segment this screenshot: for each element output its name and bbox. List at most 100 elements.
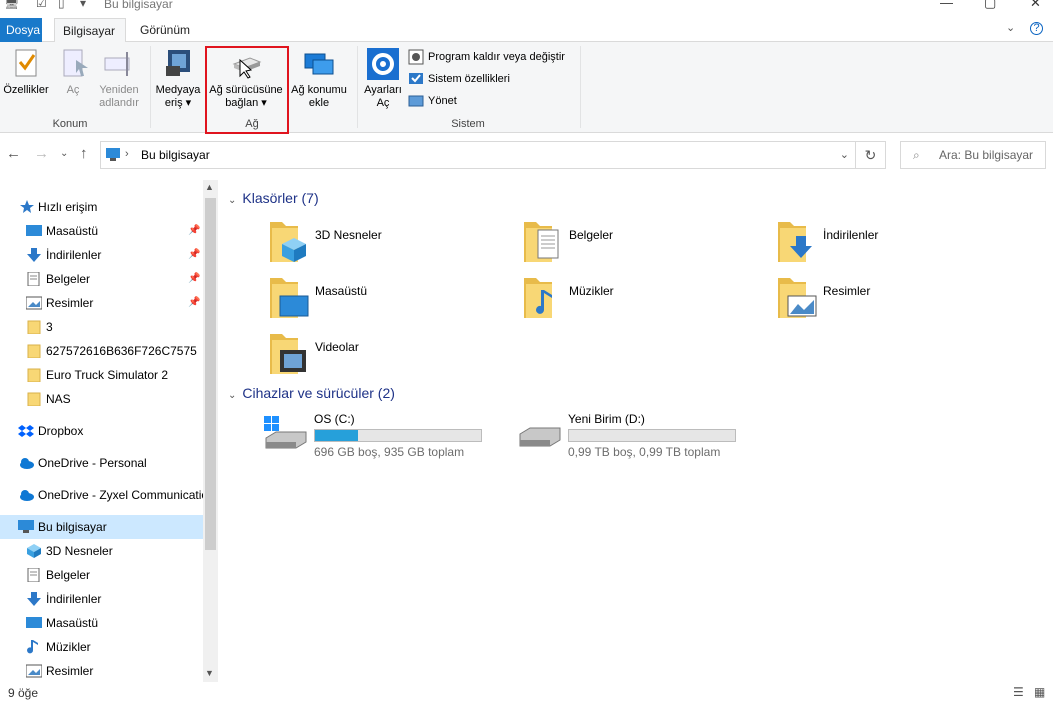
folder-icon bbox=[27, 392, 41, 406]
breadcrumb-chevron-icon[interactable]: › bbox=[125, 148, 129, 160]
details-view-icon[interactable]: ☰ bbox=[1013, 685, 1024, 699]
manage-icon bbox=[408, 95, 424, 107]
folder-desktop[interactable]: Masaüstü bbox=[268, 274, 508, 326]
sidebar-item-pc-downloads[interactable]: İndirilenler bbox=[0, 587, 203, 611]
sidebar-item-nas[interactable]: NAS bbox=[0, 387, 203, 411]
uninstall-icon bbox=[408, 49, 424, 65]
sidebar-item-folder-hex[interactable]: 627572616B636F726C7575 bbox=[0, 339, 203, 363]
title-bar: 🖥 ☑ ▯ ▾ Bu bilgisayar — ▢ ✕ bbox=[0, 0, 1053, 14]
desktop-folder-icon bbox=[270, 278, 309, 318]
close-button[interactable]: ✕ bbox=[1030, 0, 1041, 11]
rename-button[interactable]: Yeniden adlandır bbox=[94, 46, 144, 110]
ribbon: Özellikler Aç Yeniden adlandır Konum Med… bbox=[0, 42, 1053, 133]
folder-documents[interactable]: Belgeler bbox=[522, 218, 762, 270]
sidebar-item-euro-truck[interactable]: Euro Truck Simulator 2 bbox=[0, 363, 203, 387]
sidebar-item-downloads[interactable]: İndirilenler 📌 bbox=[0, 243, 203, 267]
breadcrumb-path[interactable]: Bu bilgisayar bbox=[141, 148, 210, 162]
sidebar-item-quick-access[interactable]: Hızlı erişim bbox=[0, 195, 203, 219]
address-bar[interactable]: › Bu bilgisayar ⌄ bbox=[100, 141, 856, 169]
minimize-button[interactable]: — bbox=[940, 0, 953, 10]
rename-icon bbox=[101, 46, 137, 82]
chevron-down-icon[interactable]: ⌄ bbox=[228, 195, 236, 206]
sidebar-item-pc-desktop[interactable]: Masaüstü bbox=[0, 611, 203, 635]
media-icon bbox=[160, 46, 196, 82]
sidebar-item-pc-music[interactable]: Müzikler bbox=[0, 635, 203, 659]
navigation-pane: Hızlı erişim Masaüstü 📌 İndirilenler 📌 Bel… bbox=[0, 180, 218, 682]
customize-qa-icon[interactable]: ▾ bbox=[80, 0, 86, 10]
add-network-location-button[interactable]: Ağ konumu ekle bbox=[288, 46, 350, 110]
pin-icon[interactable]: 📌 bbox=[188, 267, 200, 291]
sidebar-item-onedrive-personal[interactable]: OneDrive - Personal bbox=[0, 451, 203, 475]
windows-drive-icon bbox=[264, 416, 307, 449]
scrollbar-thumb[interactable] bbox=[205, 198, 216, 550]
documents-folder-icon bbox=[524, 222, 559, 262]
folder-3d-objects[interactable]: 3D Nesneler bbox=[268, 218, 508, 270]
maximize-button[interactable]: ▢ bbox=[984, 0, 996, 11]
drive-d[interactable]: Yeni Birim (D:) 0,99 TB boş, 0,99 TB top… bbox=[518, 410, 758, 460]
pc-icon: 🖥 bbox=[4, 0, 20, 10]
pin-icon[interactable]: 📌 bbox=[188, 243, 200, 267]
music-folder-icon bbox=[524, 278, 552, 318]
sidebar-scrollbar[interactable]: ▲ ▼ bbox=[203, 180, 218, 682]
folder-videos[interactable]: Videolar bbox=[268, 330, 508, 382]
drive-c[interactable]: OS (C:) 696 GB boş, 935 GB toplam bbox=[264, 410, 504, 460]
chevron-down-icon[interactable]: ⌄ bbox=[228, 390, 236, 401]
separator bbox=[150, 46, 151, 128]
system-properties-button[interactable]: Sistem özellikleri bbox=[408, 69, 510, 89]
drive-usage-bar bbox=[314, 429, 482, 442]
properties-button[interactable]: Özellikler bbox=[2, 46, 50, 97]
uninstall-program-button[interactable]: Program kaldır veya değiştir bbox=[408, 47, 565, 67]
folder-music[interactable]: Müzikler bbox=[522, 274, 762, 326]
dropbox-icon bbox=[18, 425, 34, 437]
recent-locations-icon[interactable]: ⌄ bbox=[60, 148, 68, 159]
large-icons-view-icon[interactable]: ▦ bbox=[1034, 685, 1045, 699]
pictures-icon bbox=[26, 296, 42, 310]
open-button[interactable]: Aç bbox=[56, 46, 90, 97]
gear-icon bbox=[365, 46, 401, 82]
sidebar-item-folder-3[interactable]: 3 bbox=[0, 315, 203, 339]
sidebar-item-this-pc[interactable]: Bu bilgisayar bbox=[0, 515, 203, 539]
chevron-down-icon[interactable]: ⌄ bbox=[1006, 21, 1015, 34]
sidebar-item-dropbox[interactable]: Dropbox bbox=[0, 419, 203, 443]
content-pane: ⌄ Klasörler (7) 3D Nesneler Belgeler İndi… bbox=[222, 180, 1053, 682]
scroll-down-icon[interactable]: ▼ bbox=[205, 668, 214, 678]
devices-section-header[interactable]: ⌄ Cihazlar ve sürücüler (2) bbox=[228, 385, 395, 401]
sidebar-item-pictures[interactable]: Resimler 📌 bbox=[0, 291, 203, 315]
manage-button[interactable]: Yönet bbox=[408, 91, 457, 111]
folders-section-header[interactable]: ⌄ Klasörler (7) bbox=[228, 190, 319, 206]
chevron-down-icon[interactable]: ⌄ bbox=[840, 148, 849, 161]
folder-downloads[interactable]: İndirilenler bbox=[776, 218, 1016, 270]
tab-computer[interactable]: Bilgisayar bbox=[54, 18, 126, 43]
sidebar-item-pc-pictures[interactable]: Resimler bbox=[0, 659, 203, 683]
media-access-button[interactable]: Medyaya eriş ▾ bbox=[154, 46, 202, 110]
tab-file[interactable]: Dosya bbox=[0, 18, 42, 42]
sidebar-item-desktop[interactable]: Masaüstü 📌 bbox=[0, 219, 203, 243]
address-row: ← → ⌄ ↑ › Bu bilgisayar ⌄ ↻ ⌕ Ara: Bu bi… bbox=[0, 136, 1053, 174]
sidebar-item-pc-documents[interactable]: Belgeler bbox=[0, 563, 203, 587]
open-settings-button[interactable]: Ayarları Aç bbox=[360, 46, 406, 110]
new-folder-qa-icon[interactable]: ▯ bbox=[58, 0, 65, 10]
document-icon bbox=[27, 272, 40, 286]
folder-pictures[interactable]: Resimler bbox=[776, 274, 1016, 326]
open-icon bbox=[56, 46, 92, 82]
sidebar-item-documents[interactable]: Belgeler 📌 bbox=[0, 267, 203, 291]
pin-icon[interactable]: 📌 bbox=[188, 291, 200, 315]
up-arrow-icon[interactable]: ↑ bbox=[80, 145, 88, 162]
search-input[interactable]: ⌕ Ara: Bu bilgisayar bbox=[900, 141, 1046, 169]
pictures-folder-icon bbox=[778, 278, 817, 318]
cloud-icon bbox=[20, 490, 34, 501]
pc-icon bbox=[106, 148, 120, 161]
refresh-button[interactable]: ↻ bbox=[856, 141, 886, 169]
pin-icon[interactable]: 📌 bbox=[188, 219, 200, 243]
forward-arrow-icon[interactable]: → bbox=[34, 145, 49, 162]
drive-icon bbox=[519, 427, 561, 447]
properties-qa-icon[interactable]: ☑ bbox=[36, 0, 47, 10]
back-arrow-icon[interactable]: ← bbox=[6, 145, 21, 162]
sidebar-item-onedrive-zyxel[interactable]: OneDrive - Zyxel Communications bbox=[0, 483, 203, 507]
scroll-up-icon[interactable]: ▲ bbox=[205, 182, 214, 192]
help-icon[interactable]: ? bbox=[1030, 22, 1043, 35]
sidebar-item-3d-objects[interactable]: 3D Nesneler bbox=[0, 539, 203, 563]
tab-view[interactable]: Görünüm bbox=[132, 18, 198, 42]
window-title: Bu bilgisayar bbox=[104, 0, 173, 11]
ribbon-tabs: Dosya Bilgisayar Görünüm ⌄ ? bbox=[0, 18, 1053, 43]
